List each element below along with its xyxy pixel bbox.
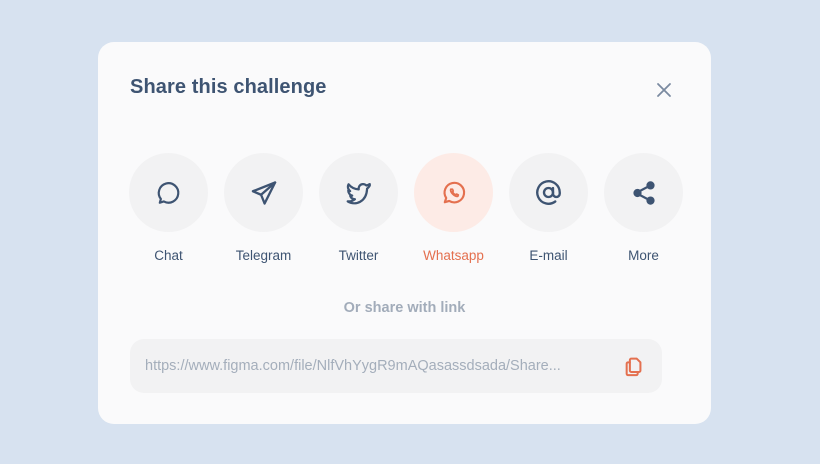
share-chat-label: Chat <box>154 248 183 263</box>
share-chat-button[interactable]: Chat <box>129 153 208 263</box>
share-nodes-icon <box>632 180 655 205</box>
modal-title: Share this challenge <box>130 76 327 98</box>
at-sign-icon <box>536 180 561 205</box>
share-options: Chat Telegram Twitter Whatsapp E-mail Mo… <box>129 153 683 263</box>
copy-icon <box>625 357 642 377</box>
share-twitter-button[interactable]: Twitter <box>319 153 398 263</box>
chat-bubble-icon <box>157 181 179 204</box>
share-whatsapp-circle <box>414 153 493 232</box>
share-link-url[interactable]: https://www.figma.com/file/NlfVhYygR9mAQ… <box>145 358 622 374</box>
share-whatsapp-label: Whatsapp <box>423 248 484 263</box>
share-more-button[interactable]: More <box>604 153 683 263</box>
copy-link-button[interactable] <box>622 354 646 378</box>
link-section-heading: Or share with link <box>343 300 466 316</box>
share-email-circle <box>509 153 588 232</box>
share-email-label: E-mail <box>529 248 568 263</box>
close-button[interactable] <box>652 78 676 102</box>
share-telegram-button[interactable]: Telegram <box>224 153 303 263</box>
share-twitter-circle <box>319 153 398 232</box>
whatsapp-icon <box>443 181 465 203</box>
share-chat-circle <box>129 153 208 232</box>
share-more-label: More <box>628 248 659 263</box>
share-telegram-label: Telegram <box>235 248 292 263</box>
share-link-field[interactable]: https://www.figma.com/file/NlfVhYygR9mAQ… <box>130 339 662 393</box>
share-twitter-label: Twitter <box>338 248 379 263</box>
close-icon <box>657 83 671 97</box>
share-email-button[interactable]: E-mail <box>509 153 588 263</box>
share-telegram-circle <box>224 153 303 232</box>
share-whatsapp-button[interactable]: Whatsapp <box>414 153 493 263</box>
twitter-icon <box>346 182 371 205</box>
telegram-icon <box>251 180 276 205</box>
share-more-circle <box>604 153 683 232</box>
share-modal: Share this challenge Chat Telegram Twitt… <box>98 42 711 424</box>
